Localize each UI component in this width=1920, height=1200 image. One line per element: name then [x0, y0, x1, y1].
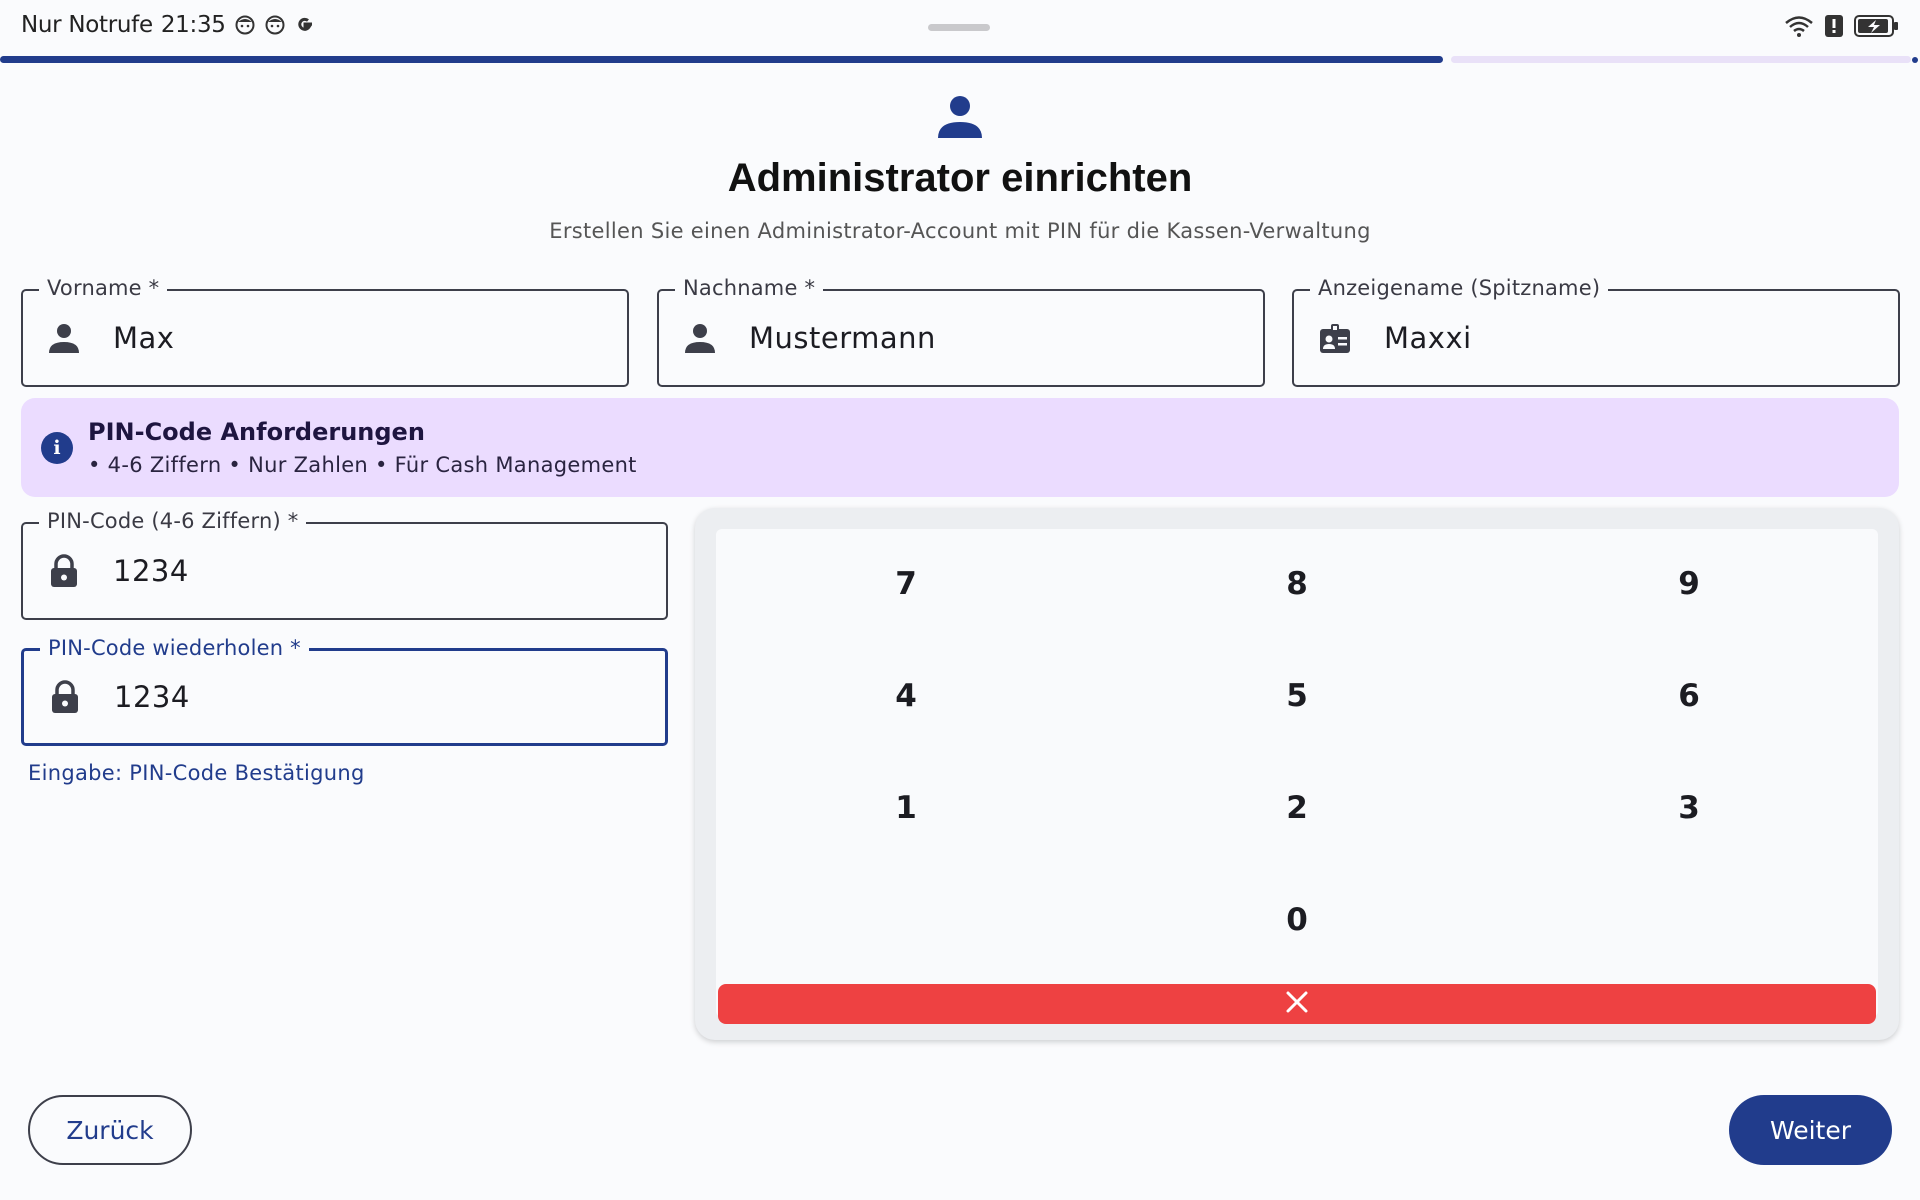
clear-button[interactable] — [718, 984, 1876, 1024]
key-7[interactable]: 7 — [716, 534, 1096, 634]
first-name-label: Vorname * — [39, 276, 168, 300]
pin-value: 1234 — [113, 554, 189, 588]
display-name-label: Anzeigename (Spitzname) — [1310, 276, 1609, 300]
person-icon — [47, 321, 81, 355]
setup-progress-bar — [0, 56, 1920, 63]
key-3[interactable]: 3 — [1499, 758, 1879, 858]
keypad-grid: 7 8 9 4 5 6 1 2 3 0 — [716, 529, 1879, 1024]
status-left: Nur Notrufe 21:35 — [21, 12, 316, 38]
close-icon — [1285, 990, 1309, 1018]
pin-label: PIN-Code (4-6 Ziffern) * — [39, 509, 307, 533]
next-button[interactable]: Weiter — [1729, 1095, 1892, 1165]
key-4[interactable]: 4 — [716, 646, 1096, 746]
pin-repeat-label: PIN-Code wiederholen * — [40, 636, 309, 660]
first-name-value: Max — [113, 321, 175, 355]
pin-requirements-info: i PIN-Code Anforderungen • 4-6 Ziffern •… — [21, 398, 1899, 497]
key-9[interactable]: 9 — [1499, 534, 1879, 634]
status-bar: Nur Notrufe 21:35 — [0, 0, 1920, 56]
person-icon — [683, 321, 717, 355]
wifi-icon — [1784, 14, 1814, 42]
battery-charging-icon — [1854, 14, 1900, 42]
key-6[interactable]: 6 — [1499, 646, 1879, 746]
key-0[interactable]: 0 — [1107, 870, 1487, 970]
progress-remaining — [1451, 56, 1911, 63]
alert-icon — [1824, 14, 1844, 42]
progress-fill — [0, 56, 1443, 63]
key-2[interactable]: 2 — [1107, 758, 1487, 858]
drag-handle[interactable] — [928, 24, 990, 31]
key-1[interactable]: 1 — [716, 758, 1096, 858]
key-5[interactable]: 5 — [1107, 646, 1487, 746]
key-8[interactable]: 8 — [1107, 534, 1487, 634]
info-title: PIN-Code Anforderungen — [88, 418, 425, 446]
pin-field[interactable]: PIN-Code (4-6 Ziffern) * 1234 — [21, 509, 668, 620]
progress-end-dot — [1912, 57, 1918, 63]
page-title: Administrator einrichten — [727, 156, 1193, 200]
last-name-value: Mustermann — [749, 321, 936, 355]
last-name-label: Nachname * — [675, 276, 824, 300]
page-subtitle: Erstellen Sie einen Administrator-Accoun… — [549, 219, 1371, 243]
first-name-field[interactable]: Vorname * Max — [21, 276, 629, 387]
display-name-field[interactable]: Anzeigename (Spitzname) Maxxi — [1292, 276, 1900, 387]
status-right — [1784, 14, 1900, 42]
key-empty-left — [716, 870, 1096, 970]
lock-icon — [47, 554, 81, 588]
key-empty-right — [1499, 870, 1879, 970]
person-icon — [936, 92, 984, 140]
google-icon — [294, 14, 316, 36]
face-icon — [234, 14, 256, 36]
numeric-keypad: 7 8 9 4 5 6 1 2 3 0 — [695, 508, 1899, 1040]
pin-repeat-field[interactable]: PIN-Code wiederholen * 1234 — [21, 636, 668, 746]
carrier-text: Nur Notrufe — [21, 12, 153, 38]
face-icon — [264, 14, 286, 36]
info-icon: i — [41, 432, 73, 464]
lock-icon — [48, 680, 82, 714]
badge-icon — [1318, 321, 1352, 355]
display-name-value: Maxxi — [1384, 321, 1472, 355]
pin-repeat-value: 1234 — [114, 680, 190, 714]
back-button[interactable]: Zurück — [28, 1095, 192, 1165]
input-helper-text: Eingabe: PIN-Code Bestätigung — [28, 761, 365, 785]
last-name-field[interactable]: Nachname * Mustermann — [657, 276, 1265, 387]
clock: 21:35 — [160, 12, 226, 38]
info-text: • 4-6 Ziffern • Nur Zahlen • Für Cash Ma… — [88, 453, 637, 477]
